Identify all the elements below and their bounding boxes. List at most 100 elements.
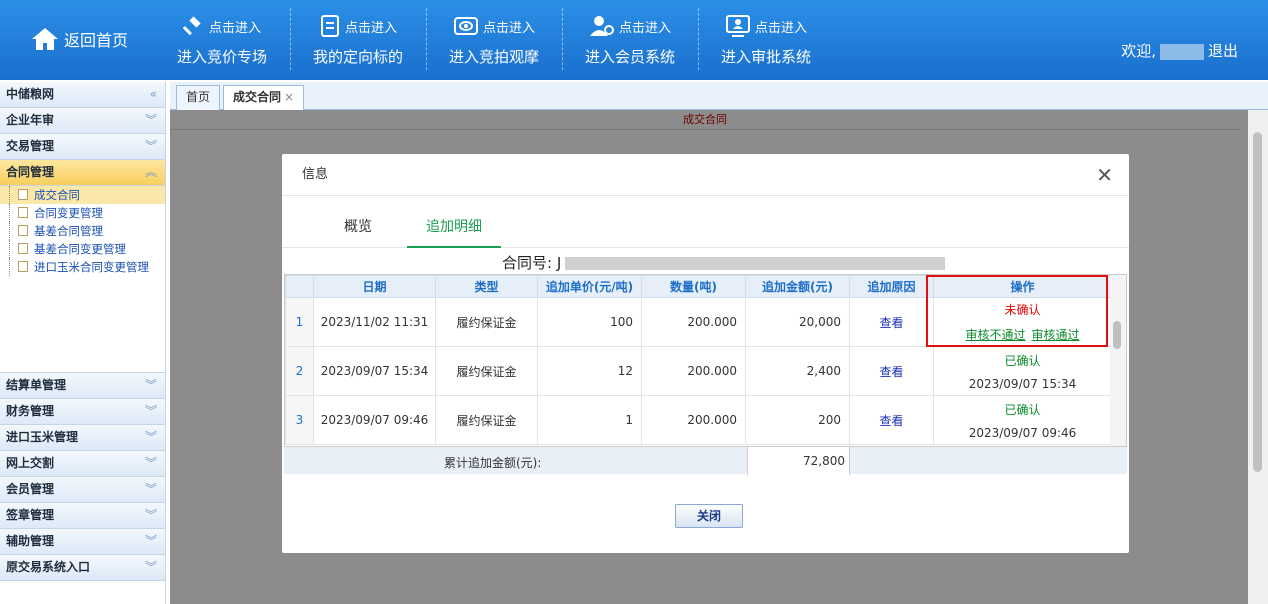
nav-targets-label: 我的定向标的 xyxy=(312,48,403,66)
total-row: 累计追加金额(元): 72,800 xyxy=(284,446,1127,475)
status-badge: 已确认 xyxy=(1004,353,1041,368)
nav-observe-label: 进入竞拍观摩 xyxy=(448,48,539,66)
sidebar: 中储粮网 « 企业年审 ︾ 交易管理 ︾ 合同管理 ︽ 成交合同 合同变更管理 基差合同… xyxy=(0,82,166,604)
page-scrollbar[interactable] xyxy=(1248,110,1268,604)
welcome-area: 欢迎, 退出 xyxy=(1121,40,1238,61)
sidebar-section-annual[interactable]: 企业年审 ︾ xyxy=(0,108,165,134)
close-icon[interactable]: ✕ xyxy=(1096,154,1113,196)
nav-targets-hint: 点击进入 xyxy=(344,20,397,36)
tab-add-detail[interactable]: 追加明细 xyxy=(407,206,501,248)
page-tabs: 首页 成交合同 × xyxy=(170,82,1268,110)
sidebar-section-aux[interactable]: 辅助管理 ︾ xyxy=(0,529,165,555)
tab-deal-contract[interactable]: 成交合同 × xyxy=(223,85,305,110)
dialog-title: 信息 xyxy=(302,167,329,182)
view-reason-link[interactable]: 查看 xyxy=(879,365,903,379)
nav-divider xyxy=(698,8,699,70)
nav-observe-hint: 点击进入 xyxy=(482,20,535,36)
gavel-icon xyxy=(182,16,201,36)
file-icon xyxy=(18,189,28,200)
col-type: 类型 xyxy=(435,275,538,298)
close-icon[interactable]: × xyxy=(284,90,294,104)
sidebar-item-corn-change[interactable]: 进口玉米合同变更管理 xyxy=(0,258,165,276)
dialog-tabs: 概览 追加明细 xyxy=(282,206,1129,248)
confirm-time: 2023/09/07 15:34 xyxy=(968,376,1077,391)
sidebar-section-legacy[interactable]: 原交易系统入口 ︾ xyxy=(0,555,165,581)
total-label: 累计追加金额(元): xyxy=(444,456,542,470)
username-redacted xyxy=(1159,43,1204,60)
chevron-up-icon: ︽ xyxy=(144,165,157,179)
nav-divider xyxy=(562,8,563,70)
sidebar-section-contract[interactable]: 合同管理 ︽ xyxy=(0,160,165,186)
close-button[interactable]: 关闭 xyxy=(675,504,743,528)
nav-divider xyxy=(290,8,291,70)
home-link-label: 返回首页 xyxy=(64,31,129,50)
file-icon xyxy=(18,243,28,254)
status-badge: 已确认 xyxy=(1004,402,1041,417)
chevron-down-icon: ︾ xyxy=(144,508,157,522)
sidebar-section-delivery[interactable]: 网上交割 ︾ xyxy=(0,451,165,477)
eye-icon xyxy=(453,17,478,35)
nav-observe[interactable]: 点击进入 进入竞拍观摩 xyxy=(444,12,544,72)
contract-number-redacted xyxy=(565,257,946,270)
sidebar-item-contract-change[interactable]: 合同变更管理 xyxy=(0,204,165,222)
sidebar-item-basis-contract[interactable]: 基差合同管理 xyxy=(0,222,165,240)
collapse-icon[interactable]: « xyxy=(150,82,157,107)
grid-scrollbar[interactable] xyxy=(1110,275,1126,473)
nav-bidding-label: 进入竞价专场 xyxy=(176,48,267,66)
sidebar-section-trade[interactable]: 交易管理 ︾ xyxy=(0,134,165,160)
table-row: 2 2023/09/07 15:34 履约保证金 12 200.000 2,40… xyxy=(285,346,1112,396)
nav-approval-label: 进入审批系统 xyxy=(720,48,811,66)
contract-submenu: 成交合同 合同变更管理 基差合同管理 基差合同变更管理 进口玉米合同变更管理 xyxy=(0,186,165,373)
col-qty: 数量(吨) xyxy=(641,275,746,298)
home-icon xyxy=(32,28,58,50)
sidebar-section-member[interactable]: 会员管理 ︾ xyxy=(0,477,165,503)
col-amount: 追加金额(元) xyxy=(745,275,850,298)
nav-bidding[interactable]: 点击进入 进入竞价专场 xyxy=(172,12,272,72)
total-value: 72,800 xyxy=(747,447,850,475)
home-link[interactable]: 返回首页 xyxy=(30,26,128,52)
welcome-text: 欢迎, xyxy=(1121,42,1156,60)
nav-approval[interactable]: 点击进入 进入审批系统 xyxy=(716,12,816,72)
logout-link[interactable]: 退出 xyxy=(1208,42,1238,60)
nav-member[interactable]: 点击进入 进入会员系统 xyxy=(580,12,680,72)
nav-bidding-hint: 点击进入 xyxy=(208,20,261,36)
sidebar-section-finance[interactable]: 财务管理 ︾ xyxy=(0,399,165,425)
sidebar-section-settlement[interactable]: 结算单管理 ︾ xyxy=(0,373,165,399)
nav-targets[interactable]: 点击进入 我的定向标的 xyxy=(308,12,408,72)
chevron-down-icon: ︾ xyxy=(144,482,157,496)
nav-approval-hint: 点击进入 xyxy=(754,20,807,36)
nav-member-label: 进入会员系统 xyxy=(584,48,675,66)
chevron-down-icon: ︾ xyxy=(144,430,157,444)
contract-number: 合同号: J xyxy=(502,252,946,273)
file-icon xyxy=(18,207,28,218)
file-icon xyxy=(18,261,28,272)
chevron-down-icon: ︾ xyxy=(144,113,157,127)
chevron-down-icon: ︾ xyxy=(144,139,157,153)
view-reason-link[interactable]: 查看 xyxy=(879,414,903,428)
chevron-down-icon: ︾ xyxy=(144,404,157,418)
view-reason-link[interactable]: 查看 xyxy=(879,316,903,330)
top-navigation-bar: 返回首页 点击进入 进入竞价专场 点击进入 我的定向标的 点击进入 进入竞拍观摩… xyxy=(0,0,1268,80)
file-icon xyxy=(18,225,28,236)
chevron-down-icon: ︾ xyxy=(144,560,157,574)
chevron-down-icon: ︾ xyxy=(144,456,157,470)
confirm-time: 2023/09/07 09:46 xyxy=(968,425,1077,440)
highlight-box xyxy=(926,275,1108,347)
document-icon xyxy=(320,15,339,37)
sidebar-section-corn[interactable]: 进口玉米管理 ︾ xyxy=(0,425,165,451)
nav-divider xyxy=(426,8,427,70)
user-gear-icon xyxy=(589,16,614,36)
sidebar-section-zcl[interactable]: 中储粮网 « xyxy=(0,82,165,108)
col-date: 日期 xyxy=(313,275,436,298)
info-dialog: 信息 ✕ 概览 追加明细 合同号: J 日期 类型 追加单价(元/吨) 数量(吨… xyxy=(282,154,1129,553)
tab-overview[interactable]: 概览 xyxy=(344,206,384,248)
dialog-title-bar: 信息 ✕ xyxy=(282,154,1129,196)
sidebar-item-deal-contract[interactable]: 成交合同 xyxy=(0,186,165,204)
chevron-down-icon: ︾ xyxy=(144,534,157,548)
sidebar-section-seal[interactable]: 签章管理 ︾ xyxy=(0,503,165,529)
table-row: 3 2023/09/07 09:46 履约保证金 1 200.000 200 查… xyxy=(285,395,1112,445)
sidebar-item-basis-change[interactable]: 基差合同变更管理 xyxy=(0,240,165,258)
tab-home[interactable]: 首页 xyxy=(176,85,221,110)
col-price: 追加单价(元/吨) xyxy=(537,275,642,298)
nav-member-hint: 点击进入 xyxy=(618,20,671,36)
